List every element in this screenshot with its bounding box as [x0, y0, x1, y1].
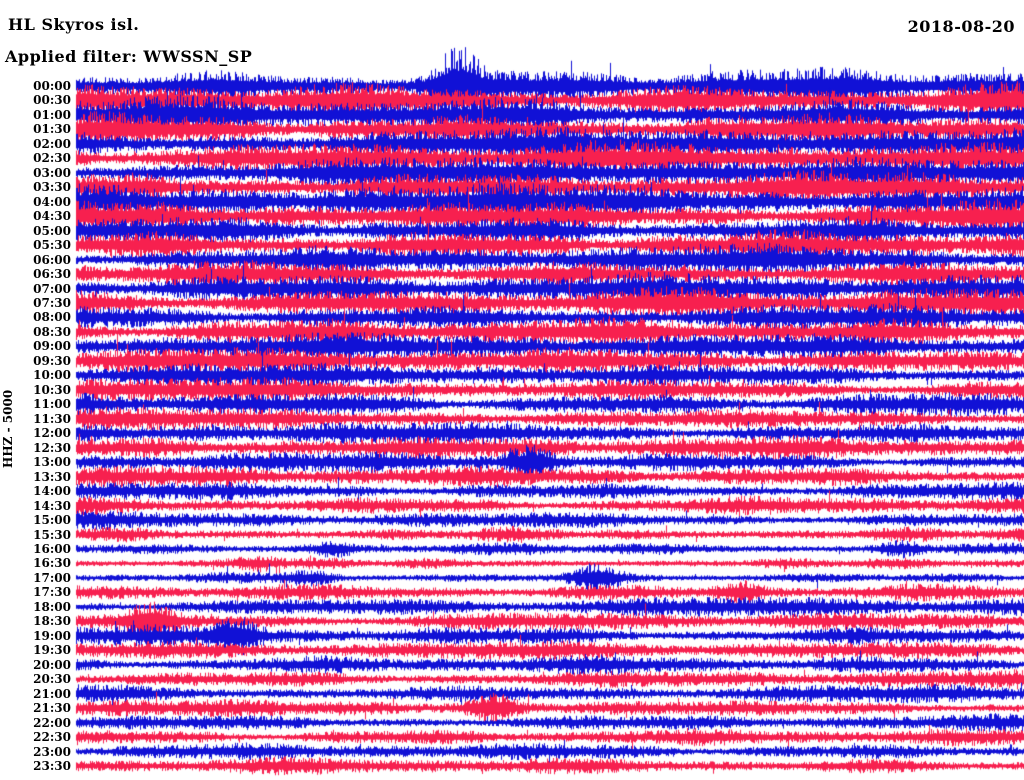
time-label: 05:30	[33, 238, 71, 253]
time-label: 00:00	[33, 79, 71, 93]
time-label: 06:30	[33, 267, 71, 282]
time-label: 10:30	[33, 382, 71, 397]
time-label: 22:30	[33, 730, 71, 745]
time-label: 17:00	[33, 570, 71, 585]
time-label: 13:30	[33, 469, 71, 484]
time-label: 01:00	[33, 107, 71, 122]
time-label: 13:00	[33, 455, 71, 470]
time-label: 09:00	[33, 339, 71, 354]
time-label: 18:30	[33, 614, 71, 629]
time-label: 02:00	[33, 136, 71, 151]
time-label: 14:30	[33, 498, 71, 513]
time-label: 20:30	[33, 672, 71, 687]
time-label: 23:00	[33, 744, 71, 759]
time-label: 08:00	[33, 310, 71, 325]
time-label: 05:00	[33, 223, 71, 238]
time-label: 04:30	[33, 209, 71, 224]
time-label: 01:30	[33, 122, 71, 137]
applied-filter-label: Applied filter: WWSSN_SP	[5, 47, 253, 66]
time-label: 03:30	[33, 180, 71, 195]
helicorder-page: HL Skyros isl. 2018-08-20 Applied filter…	[0, 0, 1024, 780]
time-label: 18:00	[33, 599, 71, 614]
time-label: 03:00	[33, 165, 71, 180]
record-date: 2018-08-20	[907, 17, 1015, 36]
time-label: 07:00	[33, 281, 71, 296]
time-label: 19:30	[33, 643, 71, 658]
time-label: 15:30	[33, 527, 71, 542]
time-label: 16:30	[33, 556, 71, 571]
time-label: 22:00	[33, 715, 71, 730]
time-label: 09:30	[33, 353, 71, 368]
time-label: 12:30	[33, 440, 71, 455]
time-label: 21:30	[33, 701, 71, 716]
time-label: 10:00	[33, 368, 71, 383]
time-label: 04:00	[33, 194, 71, 209]
time-label: 19:00	[33, 628, 71, 643]
time-label: 16:00	[33, 541, 71, 556]
time-label: 14:00	[33, 484, 71, 499]
time-label: 11:00	[33, 397, 71, 412]
station-title: HL Skyros isl.	[8, 15, 140, 34]
time-label: 21:00	[33, 686, 71, 701]
helicorder-canvas	[0, 0, 1024, 780]
time-label: 02:30	[33, 151, 71, 166]
time-label: 15:00	[33, 513, 71, 528]
time-label: 07:30	[33, 296, 71, 311]
time-label: 12:00	[33, 426, 71, 441]
time-label: 23:30	[33, 758, 71, 773]
time-label: 11:30	[33, 411, 71, 426]
time-label: 20:00	[33, 657, 71, 672]
time-label: 08:30	[33, 324, 71, 339]
time-label: 06:00	[33, 252, 71, 267]
time-label: 17:30	[33, 585, 71, 600]
time-label: 00:30	[33, 93, 71, 108]
